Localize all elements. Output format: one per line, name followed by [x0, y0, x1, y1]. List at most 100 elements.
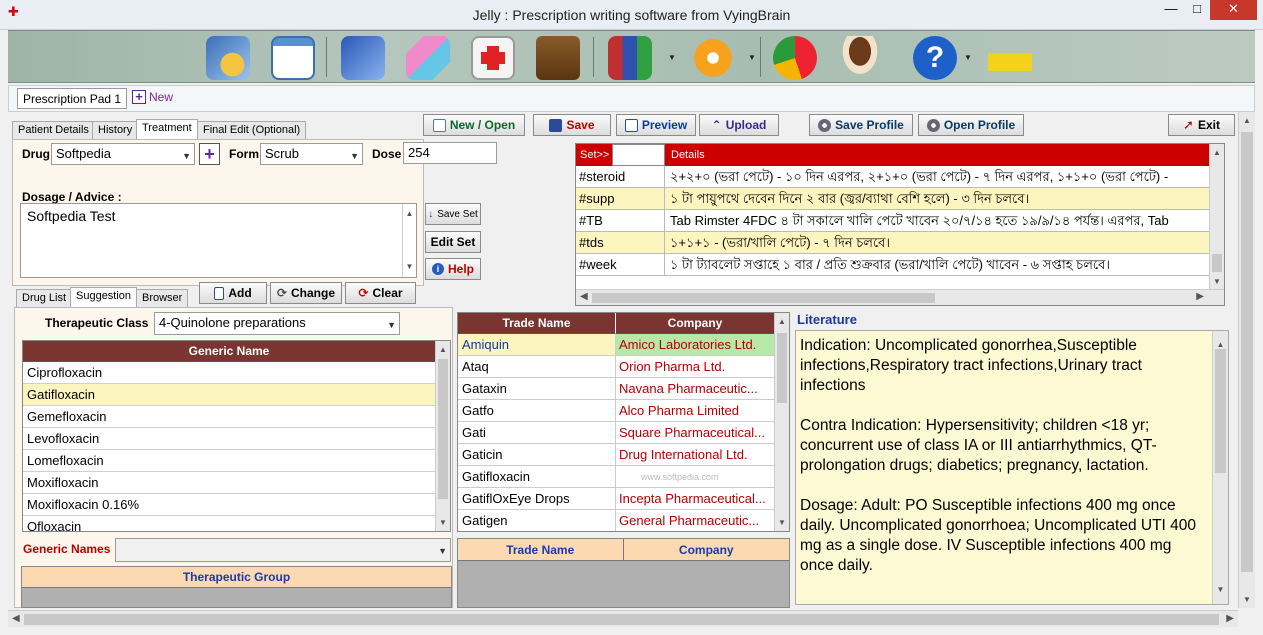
sets-body: #steroid ২+২+০ (ভরা পেটে) - ১০ দিন এরপর, … — [576, 166, 1210, 276]
literature-box: Indication: Uncomplicated gonorrhea,Susc… — [795, 330, 1229, 605]
car-icon[interactable] — [988, 36, 1032, 80]
save-set-button[interactable]: ↓ Save Set — [425, 203, 481, 225]
list-item[interactable]: Moxifloxacin — [23, 472, 435, 494]
change-button[interactable]: ⟳ Change — [270, 282, 342, 304]
edit-set-button[interactable]: Edit Set — [425, 231, 481, 253]
settings-gear-icon[interactable] — [691, 36, 735, 80]
generic-names-label: Generic Names — [23, 542, 111, 556]
set-filter-input[interactable] — [612, 144, 665, 166]
set-row[interactable]: #tds ১+১+১ - (ভরা/খালি পেটে) - ৭ দিন চলবে… — [576, 232, 1210, 254]
add-button[interactable]: Add — [199, 282, 267, 304]
double-chevron-up-icon: ⌃ — [711, 118, 722, 132]
table-row[interactable]: Gati Square Pharmaceutical... — [458, 422, 774, 444]
sets-vertical-scrollbar[interactable]: ▲ ▼ — [1209, 144, 1224, 290]
clock-book-icon[interactable] — [206, 36, 250, 80]
trade2-header-row: Trade Name Company — [458, 539, 789, 561]
preview-button[interactable]: Preview — [616, 114, 696, 136]
open-profile-button[interactable]: Open Profile — [918, 114, 1024, 136]
tab-browser[interactable]: Browser — [136, 289, 189, 308]
notepad-icon[interactable] — [271, 36, 315, 80]
exit-button[interactable]: ➚ Exit — [1168, 114, 1235, 136]
form-select[interactable]: Scrub ▼ — [260, 143, 363, 165]
table-row[interactable]: Amiquin Amico Laboratories Ltd. — [458, 334, 774, 356]
help-button[interactable]: i Help — [425, 258, 481, 280]
pie-chart-icon[interactable] — [773, 36, 817, 80]
therapeutic-class-label: Therapeutic Class — [45, 316, 149, 330]
table-row[interactable]: Gatfo Alco Pharma Limited — [458, 400, 774, 422]
trade-name-header: Trade Name — [458, 539, 624, 560]
books-icon[interactable] — [608, 36, 652, 80]
books-dropdown-icon[interactable]: ▼ — [668, 53, 676, 62]
maximize-button[interactable]: □ — [1184, 0, 1210, 20]
list-item[interactable]: Ciprofloxacin — [23, 362, 435, 384]
new-open-button[interactable]: New / Open — [423, 114, 525, 136]
table-row[interactable]: GatiflOxEye Drops Incepta Pharmaceutical.… — [458, 488, 774, 510]
close-button[interactable]: ✕ — [1210, 0, 1257, 20]
literature-indication: Indication: Uncomplicated gonorrhea,Susc… — [800, 337, 1142, 394]
tab-final-edit[interactable]: Final Edit (Optional) — [197, 121, 307, 140]
arrow-down-icon: ↓ — [428, 208, 434, 220]
set-column-header: Set>> — [580, 149, 610, 161]
list-item[interactable]: Gemefloxacin — [23, 406, 435, 428]
save-button[interactable]: Save — [533, 114, 611, 136]
drug-select[interactable]: Softpedia ▼ — [51, 143, 195, 165]
wizard-icon[interactable] — [341, 36, 385, 80]
dosage-scrollbar[interactable]: ▲ ▼ — [402, 204, 416, 277]
set-row[interactable]: #week ১ টা ট্যাবলেট সপ্তাহে ১ বার / প্রতি… — [576, 254, 1210, 276]
dosage-advice-textarea[interactable]: Softpedia Test ▲ ▼ — [20, 203, 417, 278]
medical-bag-icon[interactable] — [536, 36, 580, 80]
table-row[interactable]: Ataq Orion Pharma Ltd. — [458, 356, 774, 378]
tab-patient-details[interactable]: Patient Details — [12, 121, 95, 140]
coffee-cup-icon[interactable] — [838, 36, 882, 80]
tab-history[interactable]: History — [92, 121, 139, 140]
table-row[interactable]: Gataxin Navana Pharmaceutic... — [458, 378, 774, 400]
company-header: Company — [616, 313, 774, 334]
window-horizontal-scrollbar[interactable]: ◀ ▶ — [8, 610, 1238, 627]
set-row[interactable]: #supp ১ টা পায়ুপথে দেবেন দিনে ২ বার (জ্ব… — [576, 188, 1210, 210]
sets-horizontal-scrollbar[interactable]: ◀ ▶ — [576, 289, 1224, 305]
dose-input[interactable]: 254 — [403, 142, 497, 164]
title-bar: ✚ Jelly : Prescription writing software … — [0, 0, 1263, 30]
set-row[interactable]: #steroid ২+২+০ (ভরা পেটে) - ১০ দিন এরপর, … — [576, 166, 1210, 188]
generic-name-header: Generic Name — [23, 341, 435, 362]
window-vertical-scrollbar[interactable]: ▲ ▼ — [1238, 112, 1255, 608]
settings-dropdown-icon[interactable]: ▼ — [748, 53, 756, 62]
dosage-advice-label: Dosage / Advice : — [22, 190, 122, 204]
gear-icon — [818, 118, 832, 132]
trade-name-grid-secondary: Trade Name Company — [457, 538, 790, 608]
tab-prescription-pad-1[interactable]: Prescription Pad 1 — [17, 88, 128, 109]
first-aid-icon[interactable] — [471, 36, 515, 80]
table-row[interactable]: Gatigen General Pharmaceutic... — [458, 510, 774, 531]
upload-button[interactable]: ⌃ Upload — [699, 114, 779, 136]
literature-scrollbar[interactable]: ▲ ▼ — [1212, 331, 1228, 604]
pills-icon[interactable] — [406, 36, 450, 80]
table-row[interactable]: Gaticin Drug International Ltd. — [458, 444, 774, 466]
literature-contra-indication: Contra Indication: Hypersensitivity; chi… — [800, 417, 1157, 474]
generic-names-select[interactable]: ▼ — [115, 538, 451, 562]
list-item[interactable]: Levofloxacin — [23, 428, 435, 450]
minimize-button[interactable]: — — [1158, 0, 1184, 20]
save-profile-button[interactable]: Save Profile — [809, 114, 913, 136]
therapeutic-class-select[interactable]: 4-Quinolone preparations ▼ — [154, 312, 400, 335]
trade-name-grid: Trade Name Company Amiquin Amico Laborato… — [457, 312, 790, 532]
tab-treatment[interactable]: Treatment — [136, 119, 198, 140]
tab-suggestion[interactable]: Suggestion — [70, 287, 138, 308]
clear-button[interactable]: ⟳ Clear — [345, 282, 416, 304]
list-item[interactable]: Moxifloxacin 0.16% — [23, 494, 435, 516]
trade-header-row: Trade Name Company — [458, 313, 774, 334]
tab-drug-list[interactable]: Drug List — [16, 289, 73, 308]
generic-scrollbar[interactable]: ▲ ▼ — [435, 341, 450, 531]
list-item[interactable]: Gatifloxacin — [23, 384, 435, 406]
help-dropdown-icon[interactable]: ▼ — [964, 53, 972, 62]
new-tab-button[interactable]: + New — [132, 90, 173, 104]
trade-scrollbar[interactable]: ▲ ▼ — [774, 313, 789, 531]
list-item[interactable]: Ofloxacin — [23, 516, 435, 531]
help-icon[interactable]: ? — [913, 36, 957, 80]
sets-grid: Set>> Details #steroid ২+২+০ (ভরা পেটে) -… — [575, 143, 1225, 306]
set-row[interactable]: #TB Tab Rimster 4FDC ৪ টা সকালে খালি পেটে… — [576, 210, 1210, 232]
trade-rows: Amiquin Amico Laboratories Ltd. Ataq Orion… — [458, 334, 774, 531]
add-drug-plus-icon[interactable]: + — [199, 143, 220, 165]
list-item[interactable]: Lomefloxacin — [23, 450, 435, 472]
table-row[interactable]: Gatifloxacin www.softpedia.com — [458, 466, 774, 488]
generic-rows: Ciprofloxacin Gatifloxacin Gemefloxacin … — [23, 362, 435, 531]
